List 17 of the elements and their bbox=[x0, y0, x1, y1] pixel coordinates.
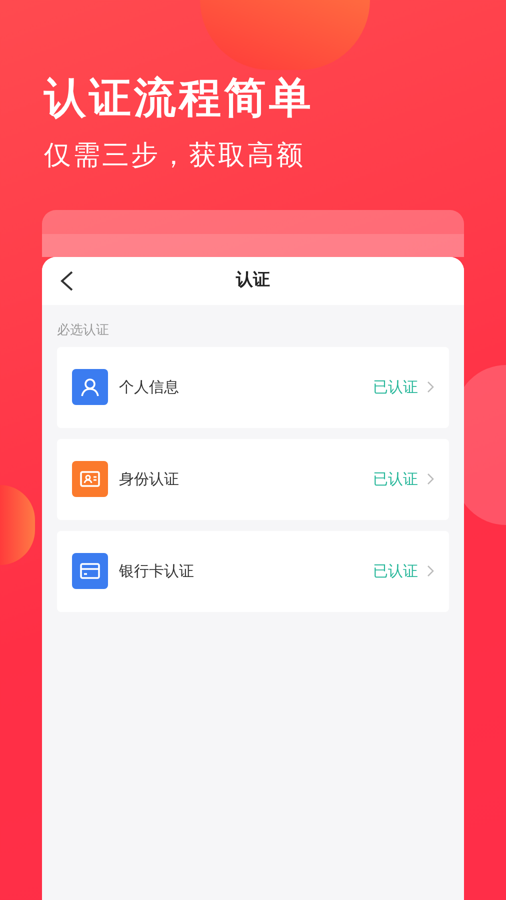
status-text: 已认证 bbox=[373, 376, 418, 398]
chevron-right-icon bbox=[427, 381, 434, 393]
back-icon[interactable] bbox=[60, 271, 74, 291]
chevron-right-icon bbox=[427, 565, 434, 577]
screen-title: 认证 bbox=[236, 269, 270, 292]
item-label: 银行卡认证 bbox=[119, 560, 194, 582]
status-text: 已认证 bbox=[373, 468, 418, 490]
headline: 认证流程简单 bbox=[44, 72, 315, 124]
chevron-right-icon bbox=[427, 473, 434, 485]
verification-item[interactable]: 银行卡认证 已认证 bbox=[57, 530, 449, 612]
section-label: 必选认证 bbox=[56, 322, 110, 340]
verification-item[interactable]: 个人信息 已认证 bbox=[57, 346, 449, 428]
subheadline: 仅需三步，获取高额 bbox=[44, 139, 306, 173]
verification-item[interactable]: 身份认证 已认证 bbox=[57, 438, 449, 520]
item-label: 身份认证 bbox=[119, 468, 179, 490]
item-label: 个人信息 bbox=[119, 376, 179, 398]
status-text: 已认证 bbox=[373, 560, 418, 582]
